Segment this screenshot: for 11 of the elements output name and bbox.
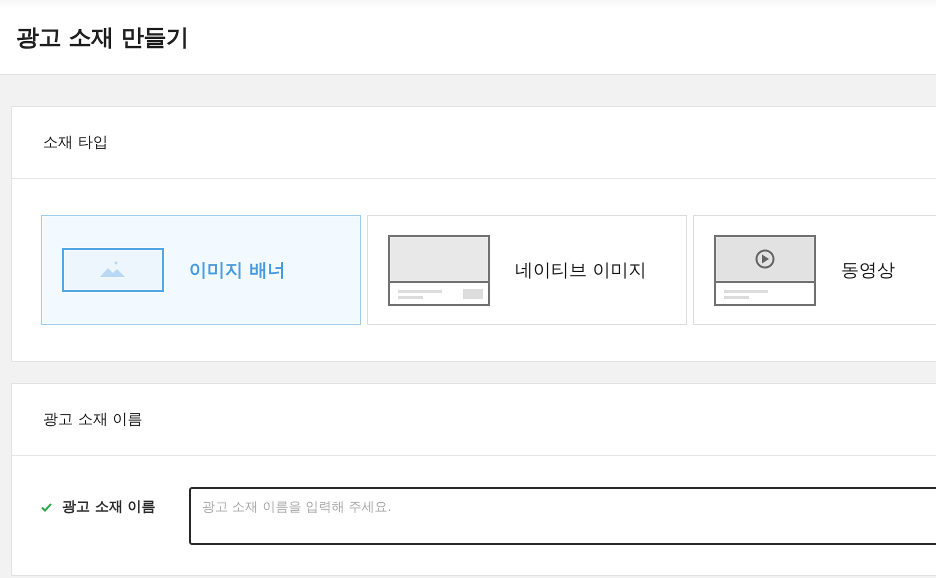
page-title: 광고 소재 만들기 (16, 24, 189, 52)
type-option[interactable]: 동영상 (693, 215, 936, 325)
section-title: 광고 소재 이름 (43, 410, 143, 429)
check-icon (41, 502, 52, 512)
layout-icon (388, 234, 490, 306)
name-input[interactable]: 광고 소재 이름을 입력해 주세요. (189, 487, 936, 545)
field-label: 광고 소재 이름 (62, 498, 156, 516)
section-title: 소재 타입 (43, 133, 108, 152)
type-option[interactable]: 네이티브 이미지 (367, 215, 687, 325)
image-icon (62, 248, 164, 292)
video-icon (714, 234, 816, 306)
